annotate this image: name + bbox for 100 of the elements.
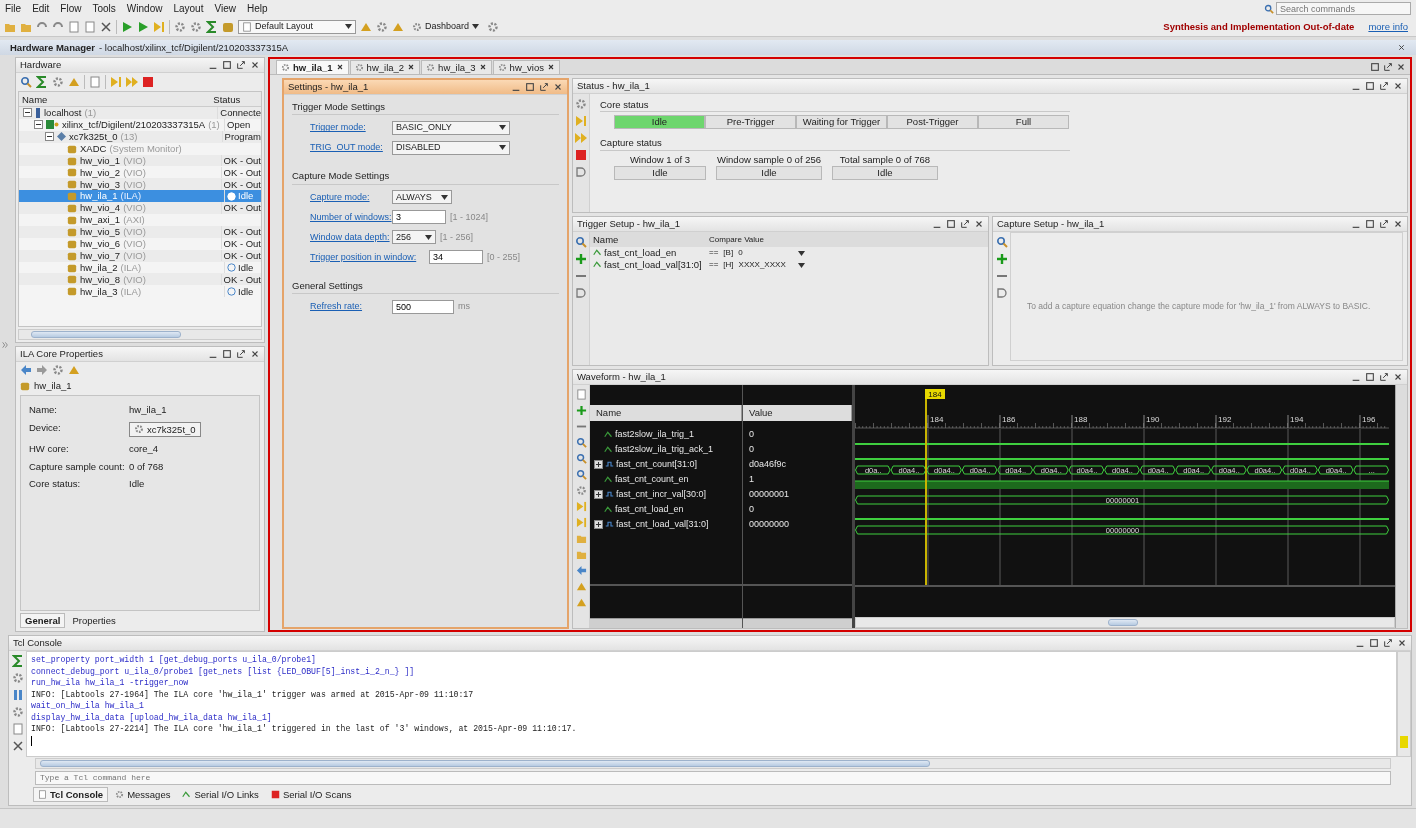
float-icon[interactable] [1379,81,1389,91]
close-icon[interactable] [1393,372,1403,382]
dropdown[interactable]: BASIC_ONLY [392,120,510,135]
search-icon[interactable] [20,76,32,88]
tree-row[interactable]: hw_vio_4 (VIO) OK - Out [19,202,261,214]
float-icon[interactable] [1379,372,1389,382]
search-icon[interactable] [1264,3,1274,14]
panel-tab[interactable]: Properties [67,612,121,628]
back-arrow-icon[interactable] [575,565,587,576]
layout-dropdown[interactable]: Default Layout [238,19,356,34]
menu-item[interactable]: Tools [92,2,116,15]
tree-row[interactable]: hw_vio_6 (VIO) OK - Out [19,237,261,250]
stop-icon[interactable] [142,76,154,88]
tree-row[interactable]: xc7k325t_0 (13) Program [19,130,261,143]
tree-row[interactable]: localhost (1) Connecte [19,107,261,119]
input-field[interactable]: 34 [429,250,483,265]
horizontal-scrollbar[interactable] [590,618,742,628]
menu-item[interactable]: Layout [173,2,204,15]
search-icon[interactable] [575,437,587,448]
dropdown[interactable]: 256 [392,230,436,245]
close-icon[interactable] [1397,43,1406,52]
setting-link[interactable]: Refresh rate: [310,301,388,313]
close-icon[interactable] [250,349,260,359]
more-info-link[interactable]: more info [1368,20,1408,33]
play-icon[interactable] [137,20,149,33]
document-icon[interactable] [11,723,24,735]
horizontal-scrollbar[interactable] [35,757,1391,769]
maximize-icon[interactable] [222,60,232,70]
plus-icon[interactable] [995,253,1008,265]
close-icon[interactable] [546,63,555,72]
document-tab[interactable]: hw_ila_2 [349,59,421,74]
menu-item[interactable]: File [5,2,22,15]
search-field[interactable]: Search commands [1276,2,1411,15]
console-tab[interactable]: Tcl Console [33,786,109,802]
triangle-icon[interactable] [68,364,80,376]
menu-item[interactable]: View [214,2,236,15]
tree-row[interactable]: xilinx_tcf/Digilent/210203337315A (1) Open [19,118,261,131]
close-icon[interactable] [478,63,487,72]
tree-row[interactable]: XADC (System Monitor) [19,142,261,155]
stop-icon[interactable] [575,149,587,161]
maximize-icon[interactable] [1365,219,1375,229]
horizontal-scrollbar[interactable] [855,617,1395,628]
float-icon[interactable] [236,349,246,359]
close-icon[interactable] [1397,638,1407,648]
float-icon[interactable] [1383,61,1393,72]
console-tab[interactable]: Serial I/O Links [177,786,264,802]
menu-item[interactable]: Flow [60,2,82,15]
gate-icon[interactable] [995,287,1008,299]
plus-icon[interactable] [575,253,587,265]
tree-row[interactable]: hw_vio_8 (VIO) OK - Out [19,273,261,286]
search-icon[interactable] [995,236,1008,248]
vertical-scrollbar[interactable] [1395,385,1407,628]
document-icon[interactable] [89,76,101,88]
float-icon[interactable] [1379,219,1389,229]
tree-row[interactable]: hw_vio_3 (VIO) OK - Out [19,178,261,191]
chip-icon[interactable] [222,20,234,33]
setting-link[interactable]: Trigger mode: [310,122,388,134]
maximize-icon[interactable] [1365,81,1375,91]
menu-item[interactable]: Edit [32,2,50,15]
document-icon[interactable] [68,20,80,33]
document-icon[interactable] [575,389,587,400]
close-icon[interactable] [1393,219,1403,229]
gate-icon[interactable] [575,287,587,299]
close-icon[interactable] [553,82,563,92]
setting-link[interactable]: TRIG_OUT mode: [310,142,388,154]
float-icon[interactable] [236,60,246,70]
vertical-scrollbar[interactable] [1397,651,1411,757]
sigma-icon[interactable] [36,76,48,88]
float-icon[interactable] [539,82,549,92]
expand-icon[interactable] [594,490,603,499]
tree-row[interactable]: hw_ila_3 (ILA) Idle [19,285,261,298]
close-icon[interactable] [1396,61,1406,72]
dropdown[interactable]: ALWAYS [392,190,452,205]
document-tab[interactable]: hw_ila_3 [421,59,492,74]
close-icon[interactable] [974,219,984,229]
tree-row[interactable]: hw_axi_1 (AXI) [19,214,261,226]
setting-link[interactable]: Window data depth: [310,231,388,243]
search-icon[interactable] [575,236,587,248]
search-icon[interactable] [575,453,587,464]
sigma-icon[interactable] [206,20,218,33]
gate-icon[interactable] [575,166,587,178]
input-field[interactable]: 3 [392,210,446,225]
console-tab[interactable]: Serial I/O Scans [265,786,357,802]
horizontal-scrollbar[interactable] [743,618,852,628]
tree-row[interactable]: hw_vio_1 (VIO) OK - Out [19,154,261,167]
maximize-icon[interactable] [1365,372,1375,382]
dropdown[interactable]: DISABLED [392,140,510,155]
collapse-icon[interactable] [34,120,43,130]
close-icon[interactable] [11,740,24,752]
document-tab[interactable]: hw_ila_1 [276,59,349,74]
close-icon[interactable] [250,60,260,70]
document-tab[interactable]: hw_vios [492,59,560,74]
sigma-icon[interactable] [11,655,24,667]
setting-link[interactable]: Capture mode: [310,191,388,203]
close-icon[interactable] [100,20,112,33]
close-icon[interactable] [335,63,344,72]
maximize-icon[interactable] [946,219,956,229]
menu-item[interactable]: Help [246,2,268,15]
float-icon[interactable] [960,219,970,229]
pause-icon[interactable] [11,689,24,701]
